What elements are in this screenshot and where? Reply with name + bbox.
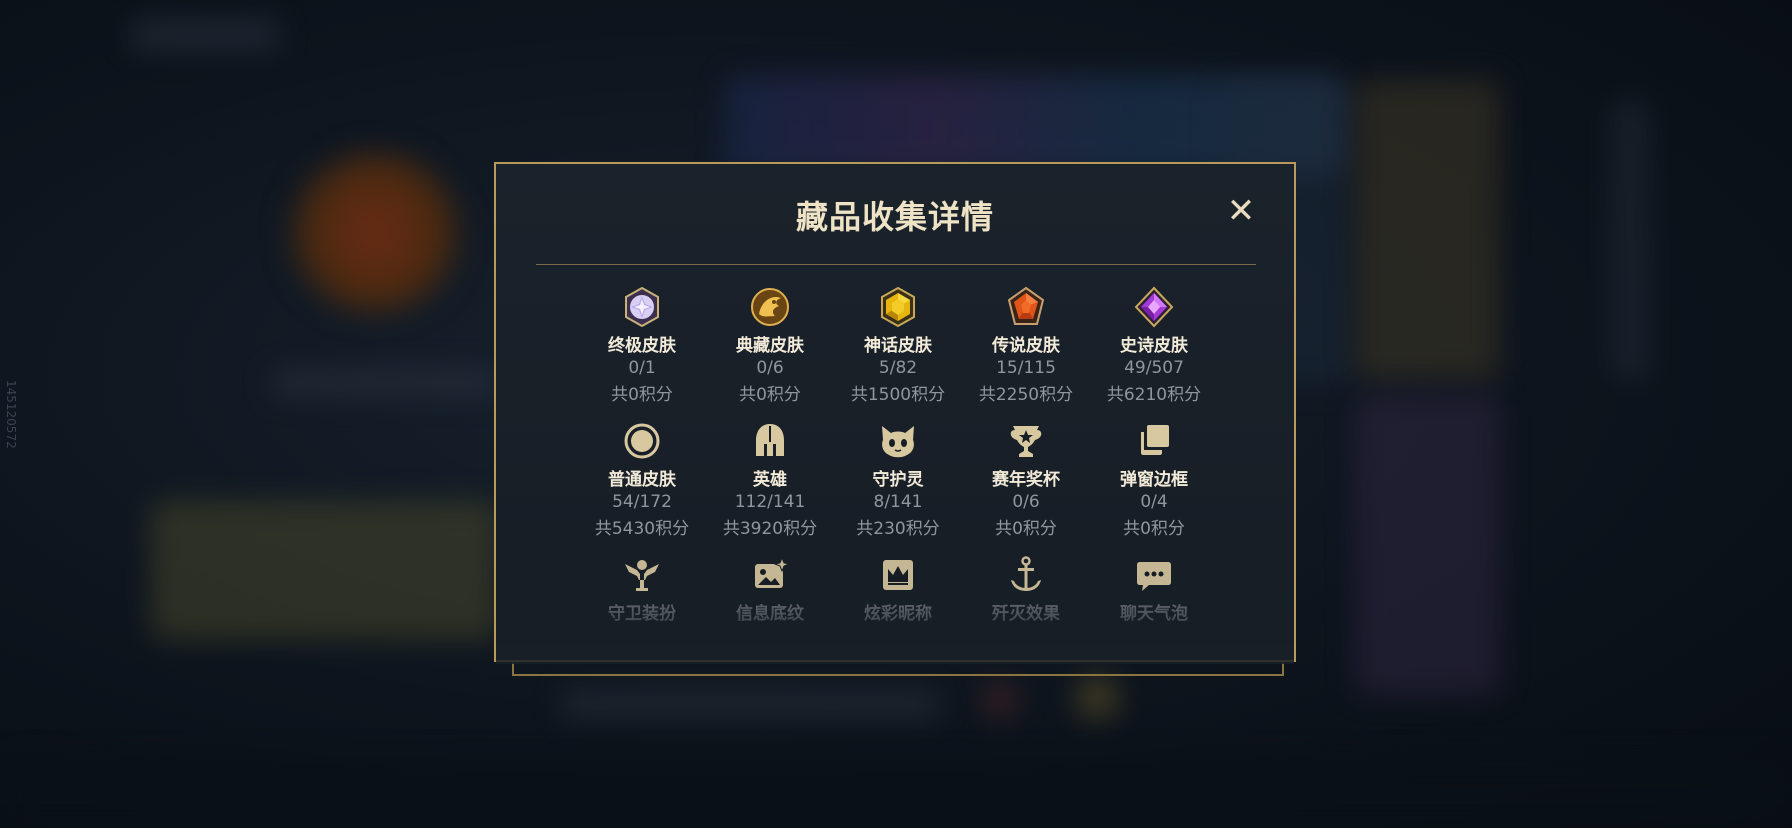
item-label: 聊天气泡: [1120, 604, 1188, 624]
background-avatar: [285, 150, 465, 315]
item-label: 神话皮肤: [864, 336, 932, 356]
collection-item-chat-bubble[interactable]: 聊天气泡: [1090, 554, 1218, 624]
item-label: 弹窗边框: [1120, 470, 1188, 490]
item-label: 终极皮肤: [608, 336, 676, 356]
item-points: 共0积分: [739, 385, 801, 405]
item-points: 共3920积分: [722, 519, 818, 539]
collection-item-ultimate-skin[interactable]: 终极皮肤 0/1 共0积分: [578, 286, 706, 405]
item-points: 共230积分: [856, 519, 940, 539]
background-name: [270, 370, 500, 396]
normal-skin-circle-icon: [624, 423, 660, 459]
item-count: 54/172: [612, 492, 672, 512]
collection-item-season-trophy[interactable]: 赛年奖杯 0/6 共0积分: [962, 420, 1090, 539]
background-side-menu: [1610, 100, 1650, 380]
item-points: 共2250积分: [978, 385, 1074, 405]
item-label: 歼灭效果: [992, 604, 1060, 624]
collection-item-ward-skin[interactable]: 守卫装扮: [578, 554, 706, 624]
item-count: 49/507: [1124, 358, 1184, 378]
collection-item-collection-skin[interactable]: 典藏皮肤 0/6 共0积分: [706, 286, 834, 405]
item-count: 0/1: [628, 358, 656, 378]
collection-skin-dragon-icon: [751, 288, 789, 326]
chat-bubble-icon: [1137, 562, 1171, 591]
background-bottom-bar: [560, 690, 940, 718]
item-count: 0/6: [1012, 492, 1040, 512]
item-label: 赛年奖杯: [992, 470, 1060, 490]
background-card: [1355, 80, 1500, 380]
legendary-skin-gem-icon: [1007, 286, 1045, 325]
collection-item-kill-effect[interactable]: 歼灭效果: [962, 554, 1090, 624]
collection-item-info-background[interactable]: 信息底纹: [706, 554, 834, 624]
champion-helmet-icon: [756, 424, 784, 456]
item-label: 史诗皮肤: [1120, 336, 1188, 356]
item-points: 共0积分: [611, 385, 673, 405]
item-points: 共5430积分: [594, 519, 690, 539]
popup-frame-icon: [1141, 425, 1169, 455]
item-label: 英雄: [753, 470, 787, 490]
collection-item-colorful-nickname[interactable]: 炫彩昵称: [834, 554, 962, 624]
item-count: 0/6: [756, 358, 784, 378]
epic-skin-gem-icon: [1134, 286, 1174, 328]
collection-item-guardian-spirit[interactable]: 守护灵 8/141 共230积分: [834, 420, 962, 539]
item-count: 112/141: [734, 492, 806, 512]
item-label: 炫彩昵称: [864, 604, 932, 624]
collection-item-epic-skin[interactable]: 史诗皮肤 49/507 共6210积分: [1090, 286, 1218, 405]
item-label: 守护灵: [872, 470, 924, 490]
item-count: 15/115: [996, 358, 1056, 378]
background-badge: [1075, 675, 1120, 720]
info-background-icon: [755, 556, 791, 588]
ward-skin-icon: [625, 560, 659, 591]
collection-item-mythic-skin[interactable]: 神话皮肤 5/82 共1500积分: [834, 286, 962, 405]
kill-effect-icon: [1011, 556, 1041, 591]
colorful-nickname-icon: [883, 560, 913, 590]
background-footer: [0, 760, 1792, 828]
mythic-skin-gem-icon: [881, 286, 915, 328]
item-count: 0/4: [1140, 492, 1168, 512]
collection-grid: 终极皮肤 0/1 共0积分 典藏皮肤 0/6 共0积分 神话皮肤 5/82 共1…: [496, 164, 1294, 660]
background-card: [1355, 395, 1500, 695]
vertical-id-text: 145120572: [4, 380, 18, 449]
collection-item-champion[interactable]: 英雄 112/141 共3920积分: [706, 420, 834, 539]
item-label: 普通皮肤: [608, 470, 676, 490]
ultimate-skin-gem-icon: [625, 286, 659, 328]
collection-item-legendary-skin[interactable]: 传说皮肤 15/115 共2250积分: [962, 286, 1090, 405]
item-label: 信息底纹: [736, 604, 804, 624]
season-trophy-icon: [1010, 426, 1042, 457]
item-count: 8/141: [873, 492, 923, 512]
item-points: 共0积分: [1123, 519, 1185, 539]
guardian-spirit-icon: [882, 426, 914, 458]
background-panel: [150, 500, 500, 640]
collection-item-popup-frame[interactable]: 弹窗边框 0/4 共0积分: [1090, 420, 1218, 539]
item-label: 典藏皮肤: [736, 336, 804, 356]
item-count: 5/82: [878, 358, 918, 378]
background-badge: [980, 680, 1020, 720]
collection-item-normal-skin[interactable]: 普通皮肤 54/172 共5430积分: [578, 420, 706, 539]
item-label: 传说皮肤: [992, 336, 1060, 356]
item-points: 共6210积分: [1106, 385, 1202, 405]
item-points: 共1500积分: [850, 385, 946, 405]
background-topbar: [130, 20, 280, 50]
item-label: 守卫装扮: [608, 604, 676, 624]
collection-details-modal: 藏品收集详情 ✕ 终极皮肤 0/1 共0积分 典藏皮肤 0/6 共0积分 神话皮…: [494, 162, 1296, 664]
item-points: 共0积分: [995, 519, 1057, 539]
